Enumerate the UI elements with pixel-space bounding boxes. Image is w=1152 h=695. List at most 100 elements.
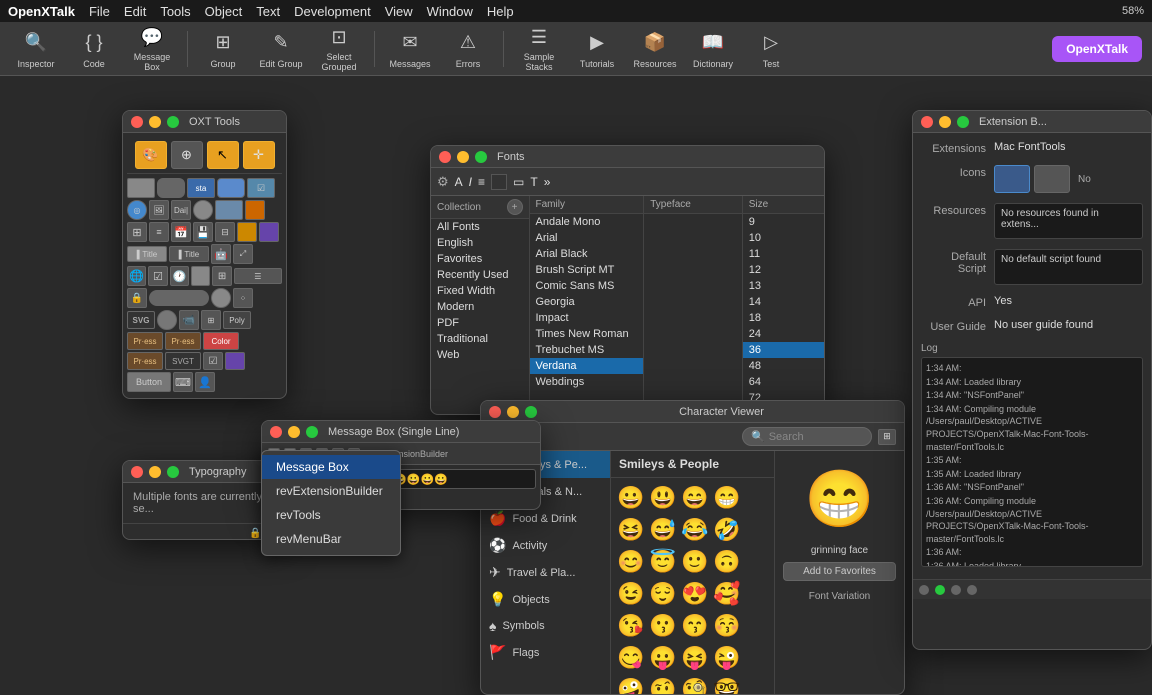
tool-clock[interactable]: 🕐 xyxy=(170,266,189,286)
openxtalk-button[interactable]: OpenXTalk xyxy=(1052,36,1142,62)
fonts-format-icon[interactable]: A xyxy=(455,175,463,189)
emoji-cell-2[interactable]: 😄 xyxy=(679,482,711,514)
fonts-maximize[interactable] xyxy=(475,151,487,163)
emoji-cell-19[interactable]: 😚 xyxy=(711,610,743,642)
size-12[interactable]: 12 xyxy=(743,262,824,278)
toolbar-code[interactable]: { } Code xyxy=(68,26,120,72)
minimize-button[interactable] xyxy=(149,116,161,128)
tool-press3[interactable]: Pr·ess xyxy=(127,352,163,370)
emoji-cell-23[interactable]: 😜 xyxy=(711,642,743,674)
msgbox-close[interactable] xyxy=(270,426,282,438)
crosshair-tool[interactable]: ✛ xyxy=(243,141,275,169)
char-maximize[interactable] xyxy=(525,406,537,418)
size-24[interactable]: 24 xyxy=(743,326,824,342)
collection-modern[interactable]: Modern xyxy=(431,299,529,315)
emoji-cell-21[interactable]: 😛 xyxy=(647,642,679,674)
ext-minimize[interactable] xyxy=(939,116,951,128)
tool-press2[interactable]: Pr·ess xyxy=(165,332,201,350)
family-andale[interactable]: Andale Mono xyxy=(530,214,644,230)
dropdown-revmenubar[interactable]: revMenuBar xyxy=(262,527,400,551)
toolbar-samplestacks[interactable]: ☰ Sample Stacks xyxy=(513,26,565,72)
tool-stack[interactable]: ⊞ xyxy=(201,310,221,330)
char-category-flags[interactable]: 🚩 Flags xyxy=(481,639,610,666)
emoji-cell-15[interactable]: 🥰 xyxy=(711,578,743,610)
tool-video[interactable]: 📹 xyxy=(179,310,199,330)
size-18[interactable]: 18 xyxy=(743,310,824,326)
family-comic[interactable]: Comic Sans MS xyxy=(530,278,644,294)
collection-fixed-width[interactable]: Fixed Width xyxy=(431,283,529,299)
size-14[interactable]: 14 xyxy=(743,294,824,310)
tool-rounded[interactable] xyxy=(157,178,185,198)
tool-svg[interactable]: SVG xyxy=(127,311,155,329)
tool-check2[interactable]: ☑ xyxy=(148,266,167,286)
menu-text[interactable]: Text xyxy=(256,4,280,19)
char-category-travel[interactable]: ✈ Travel & Pla... xyxy=(481,559,610,586)
emoji-cell-4[interactable]: 😆 xyxy=(615,514,647,546)
tool-grid2[interactable]: ⊞ xyxy=(212,266,231,286)
family-verdana[interactable]: Verdana xyxy=(530,358,644,374)
menu-file[interactable]: File xyxy=(89,4,110,19)
char-search-box[interactable]: 🔍 Search xyxy=(742,427,872,446)
fonts-italic-icon[interactable]: I xyxy=(469,175,472,189)
menu-help[interactable]: Help xyxy=(487,4,514,19)
emoji-cell-16[interactable]: 😘 xyxy=(615,610,647,642)
tool-radio[interactable]: ◎ xyxy=(127,200,147,220)
emoji-cell-1[interactable]: 😃 xyxy=(647,482,679,514)
emoji-cell-11[interactable]: 🙃 xyxy=(711,546,743,578)
tool-android[interactable]: 🤖 xyxy=(211,244,231,264)
tool-label-state[interactable]: sta xyxy=(187,178,215,198)
tool-title2[interactable]: ▌Title xyxy=(169,246,209,262)
select-tool[interactable]: ↖ xyxy=(207,141,239,169)
collection-recently-used[interactable]: Recently Used xyxy=(431,267,529,283)
toolbar-inspector[interactable]: 🔍 Inspector xyxy=(10,26,62,72)
add-tool[interactable]: ⊕ xyxy=(171,141,203,169)
emoji-cell-5[interactable]: 😅 xyxy=(647,514,679,546)
family-arial-black[interactable]: Arial Black xyxy=(530,246,644,262)
collection-traditional[interactable]: Traditional xyxy=(431,331,529,347)
tool-checkbox2[interactable]: ☑ xyxy=(203,352,223,370)
tool-press[interactable]: Pr·ess xyxy=(127,332,163,350)
fonts-close[interactable] xyxy=(439,151,451,163)
tool-line[interactable] xyxy=(149,290,209,306)
size-36[interactable]: 36 xyxy=(743,342,824,358)
tool-disk[interactable]: 💾 xyxy=(193,222,213,242)
char-category-symbols[interactable]: ♠ Symbols xyxy=(481,613,610,639)
typography-close[interactable] xyxy=(131,466,143,478)
fonts-settings-icon[interactable]: ⚙ xyxy=(437,174,449,190)
ext-close[interactable] xyxy=(921,116,933,128)
family-georgia[interactable]: Georgia xyxy=(530,294,644,310)
menu-window[interactable]: Window xyxy=(427,4,473,19)
char-emoji-grid[interactable]: 😀😃😄😁😆😅😂🤣😊😇🙂🙃😉😌😍🥰😘😗😙😚😋😛😝😜🤪🤨🧐🤓😎🤩🥳😏😒😞😔😟😕🙁☹😣… xyxy=(611,478,774,695)
toolbar-resources[interactable]: 📦 Resources xyxy=(629,26,681,72)
fonts-more-icon[interactable]: » xyxy=(544,175,551,189)
emoji-cell-7[interactable]: 🤣 xyxy=(711,514,743,546)
tool-list[interactable]: ≡ xyxy=(149,222,169,242)
tool-button2[interactable]: Button xyxy=(127,372,171,392)
emoji-cell-25[interactable]: 🤨 xyxy=(647,674,679,695)
msgbox-maximize[interactable] xyxy=(306,426,318,438)
menu-edit[interactable]: Edit xyxy=(124,4,146,19)
emoji-cell-26[interactable]: 🧐 xyxy=(679,674,711,695)
tool-lock[interactable]: 🔒 xyxy=(127,288,147,308)
toolbar-messagebox[interactable]: 💬 Message Box xyxy=(126,26,178,72)
char-category-objects[interactable]: 💡 Objects xyxy=(481,586,610,613)
menu-object[interactable]: Object xyxy=(205,4,243,19)
fonts-align-icon[interactable]: ≡ xyxy=(478,175,485,189)
fonts-collection-list[interactable]: All Fonts English Favorites Recently Use… xyxy=(431,219,529,414)
tool-button[interactable] xyxy=(217,178,245,198)
toolbar-test[interactable]: ▷ Test xyxy=(745,26,797,72)
emoji-cell-12[interactable]: 😉 xyxy=(615,578,647,610)
tool-orange[interactable] xyxy=(245,200,265,220)
emoji-cell-18[interactable]: 😙 xyxy=(679,610,711,642)
tool-purple[interactable] xyxy=(259,222,279,242)
close-button[interactable] xyxy=(131,116,143,128)
tool-poly[interactable]: Poly xyxy=(223,311,251,329)
toolbar-group[interactable]: ⊞ Group xyxy=(197,26,249,72)
fonts-family-list[interactable]: Andale Mono Arial Arial Black Brush Scri… xyxy=(530,214,644,412)
collection-pdf[interactable]: PDF xyxy=(431,315,529,331)
char-view-toggle[interactable]: ⊞ xyxy=(878,429,896,445)
tool-oval2[interactable] xyxy=(157,310,177,330)
size-64[interactable]: 64 xyxy=(743,374,824,390)
typography-maximize[interactable] xyxy=(167,466,179,478)
add-to-favorites-button[interactable]: Add to Favorites xyxy=(783,562,896,581)
